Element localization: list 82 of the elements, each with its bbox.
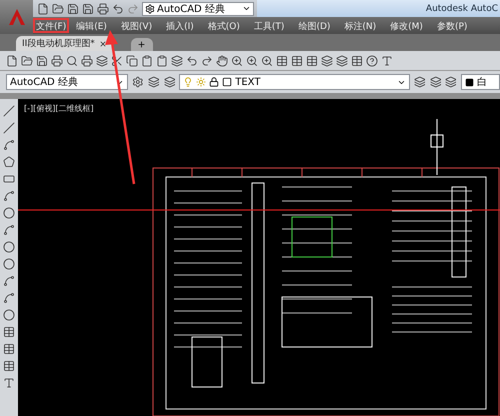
draw-tool-icon[interactable] <box>3 326 15 338</box>
printer-icon[interactable] <box>97 2 109 14</box>
menu-item[interactable]: 格式(O) <box>204 18 243 33</box>
toolbar-icon[interactable] <box>336 54 348 66</box>
draw-tool-icon[interactable] <box>3 173 15 185</box>
draw-tool-icon[interactable] <box>3 224 15 236</box>
toolbar-icon[interactable] <box>201 54 213 66</box>
draw-tool-icon[interactable] <box>3 275 15 287</box>
toolbar-icon[interactable] <box>6 54 18 66</box>
layer-icon[interactable] <box>430 76 442 88</box>
gear-icon[interactable] <box>132 76 144 88</box>
gear-icon <box>145 4 155 14</box>
drawing-tab[interactable]: II段电动机原理图* <box>16 36 113 51</box>
menu-item[interactable]: 编辑(E) <box>73 18 110 33</box>
draw-tool-icon[interactable] <box>3 360 15 372</box>
viewport-label: [-][俯视][二维线框] <box>24 103 94 114</box>
plus-icon <box>137 40 146 49</box>
draw-tool-icon[interactable] <box>3 292 15 304</box>
menu-item[interactable]: 绘图(D) <box>295 18 334 33</box>
crosshair-cursor-icon <box>430 119 444 175</box>
toolbar-icon[interactable] <box>126 54 138 66</box>
square-icon <box>222 77 232 87</box>
draw-tool-icon[interactable] <box>3 258 15 270</box>
toolbar-icon[interactable] <box>81 54 93 66</box>
app-logo-icon <box>6 7 26 27</box>
menu-item[interactable]: 插入(I) <box>163 18 197 33</box>
lock-icon[interactable] <box>209 77 220 87</box>
toolbar-icon[interactable] <box>186 54 198 66</box>
draw-tool-icon[interactable] <box>3 190 15 202</box>
open-folder-icon[interactable] <box>52 2 64 14</box>
layers-icon[interactable] <box>148 76 160 88</box>
chevron-down-icon <box>242 4 251 13</box>
new-tab-button[interactable] <box>130 38 153 51</box>
draw-tool-icon[interactable] <box>3 309 15 321</box>
menu-item[interactable]: 标注(N) <box>341 18 380 33</box>
draw-tool-icon[interactable] <box>3 105 15 117</box>
menu-item[interactable]: 修改(M) <box>387 18 426 33</box>
layer-dropdown[interactable]: TEXT <box>179 74 410 90</box>
toolbar-icon[interactable] <box>111 54 123 66</box>
menu-item[interactable]: 参数(P) <box>434 18 470 33</box>
close-icon[interactable] <box>98 40 107 48</box>
menu-item[interactable]: 视图(V) <box>118 18 156 33</box>
toolbar-icon[interactable] <box>51 54 63 66</box>
color-dropdown[interactable]: 白 <box>460 74 500 90</box>
toolbar-icon[interactable] <box>366 54 378 66</box>
save-icon[interactable] <box>67 2 79 14</box>
toolbar-icon[interactable] <box>321 54 333 66</box>
save-as-icon[interactable] <box>82 2 94 14</box>
workspace-combo[interactable]: AutoCAD 经典 <box>6 74 128 90</box>
toolbar-icon[interactable] <box>216 54 228 66</box>
layer-properties-icon[interactable] <box>164 76 176 88</box>
draw-tool-icon[interactable] <box>3 139 15 151</box>
toolbar-icon[interactable] <box>306 54 318 66</box>
draw-tool-icon[interactable] <box>3 241 15 253</box>
color-swatch-icon <box>464 78 474 86</box>
toolbar-icon[interactable] <box>96 54 108 66</box>
draw-tool-icon[interactable] <box>3 343 15 355</box>
draw-tool-icon[interactable] <box>3 377 15 389</box>
layer-icon[interactable] <box>445 76 457 88</box>
toolbar-icon[interactable] <box>246 54 258 66</box>
draw-tool-icon[interactable] <box>3 156 15 168</box>
toolbar-icon[interactable] <box>276 54 288 66</box>
menu-item[interactable]: 工具(T) <box>250 18 288 33</box>
toolbar-icon[interactable] <box>351 54 363 66</box>
toolbar-icon[interactable] <box>36 54 48 66</box>
workspace-dropdown[interactable]: AutoCAD 经典 <box>142 2 254 16</box>
toolbar-icon[interactable] <box>381 54 393 66</box>
toolbar-icon[interactable] <box>156 54 168 66</box>
new-file-icon[interactable] <box>37 2 49 14</box>
layer-icon[interactable] <box>414 76 426 88</box>
window-title: Autodesk AutoC <box>426 4 498 14</box>
menu-item[interactable]: 文件(F) <box>33 18 70 33</box>
draw-tool-icon[interactable] <box>3 207 15 219</box>
toolbar-icon[interactable] <box>66 54 78 66</box>
draw-tool-icon[interactable] <box>3 122 15 134</box>
toolbar-icon[interactable] <box>261 54 273 66</box>
toolbar-icon[interactable] <box>21 54 33 66</box>
toolbar-icon[interactable] <box>171 54 183 66</box>
toolbar-icon[interactable] <box>141 54 153 66</box>
toolbar-icon[interactable] <box>291 54 303 66</box>
toolbar-icon[interactable] <box>231 54 243 66</box>
undo-icon[interactable] <box>112 2 124 14</box>
